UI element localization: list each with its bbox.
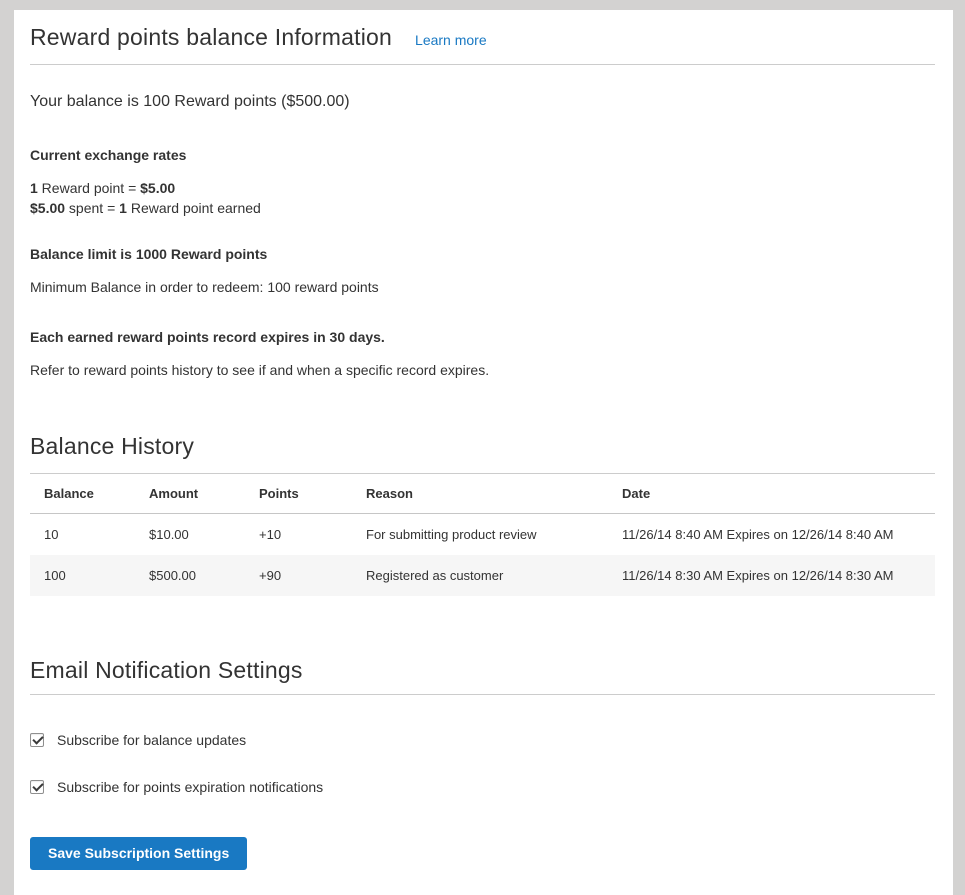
table-row: 100 $500.00 +90 Registered as customer 1… (30, 555, 935, 596)
column-header-amount: Amount (135, 474, 245, 514)
exchange-rate-line-2: $5.00 spent = 1 Reward point earned (30, 198, 935, 218)
cell-date: 11/26/14 8:30 AM Expires on 12/26/14 8:3… (608, 555, 935, 596)
exchange-rates-heading: Current exchange rates (30, 146, 935, 164)
expiry-text: Refer to reward points history to see if… (30, 360, 935, 380)
balance-updates-checkbox-label[interactable]: Subscribe for balance updates (57, 732, 246, 748)
cell-amount: $10.00 (135, 514, 245, 556)
rate1-points: 1 (30, 180, 38, 196)
balance-history-table: Balance Amount Points Reason Date 10 $10… (30, 474, 935, 596)
column-header-balance: Balance (30, 474, 135, 514)
page-background: Reward points balance Information Learn … (0, 0, 965, 882)
points-expiration-checkbox-label[interactable]: Subscribe for points expiration notifica… (57, 779, 323, 795)
rate1-amount: $5.00 (140, 180, 175, 196)
balance-updates-checkbox[interactable] (30, 733, 44, 747)
points-expiration-checkbox[interactable] (30, 780, 44, 794)
balance-history-heading: Balance History (30, 433, 935, 474)
rate2-points: 1 (119, 200, 127, 216)
subscribe-balance-updates-option[interactable]: Subscribe for balance updates (30, 732, 935, 748)
expiry-heading: Each earned reward points record expires… (30, 328, 935, 346)
rate2-middle: spent = (65, 200, 119, 216)
cell-balance: 10 (30, 514, 135, 556)
content-card: Reward points balance Information Learn … (14, 10, 953, 895)
rate1-middle: Reward point = (38, 180, 140, 196)
cell-amount: $500.00 (135, 555, 245, 596)
page-title: Reward points balance Information (30, 24, 392, 51)
cell-reason: For submitting product review (352, 514, 608, 556)
table-header-row: Balance Amount Points Reason Date (30, 474, 935, 514)
rate2-tail: Reward point earned (127, 200, 261, 216)
cell-reason: Registered as customer (352, 555, 608, 596)
column-header-reason: Reason (352, 474, 608, 514)
column-header-date: Date (608, 474, 935, 514)
save-subscription-settings-button[interactable]: Save Subscription Settings (30, 837, 247, 870)
cell-date: 11/26/14 8:40 AM Expires on 12/26/14 8:4… (608, 514, 935, 556)
balance-limit-heading: Balance limit is 1000 Reward points (30, 245, 935, 263)
balance-summary: Your balance is 100 Reward points ($500.… (30, 91, 935, 112)
subscribe-points-expiration-option[interactable]: Subscribe for points expiration notifica… (30, 779, 935, 795)
minimum-balance-text: Minimum Balance in order to redeem: 100 … (30, 277, 935, 297)
cell-points: +90 (245, 555, 352, 596)
column-header-points: Points (245, 474, 352, 514)
cell-points: +10 (245, 514, 352, 556)
exchange-rate-line-1: 1 Reward point = $5.00 (30, 178, 935, 198)
rate2-amount: $5.00 (30, 200, 65, 216)
email-notification-settings-heading: Email Notification Settings (30, 657, 935, 695)
page-title-row: Reward points balance Information Learn … (30, 24, 935, 65)
cell-balance: 100 (30, 555, 135, 596)
learn-more-link[interactable]: Learn more (415, 32, 487, 48)
table-row: 10 $10.00 +10 For submitting product rev… (30, 514, 935, 556)
